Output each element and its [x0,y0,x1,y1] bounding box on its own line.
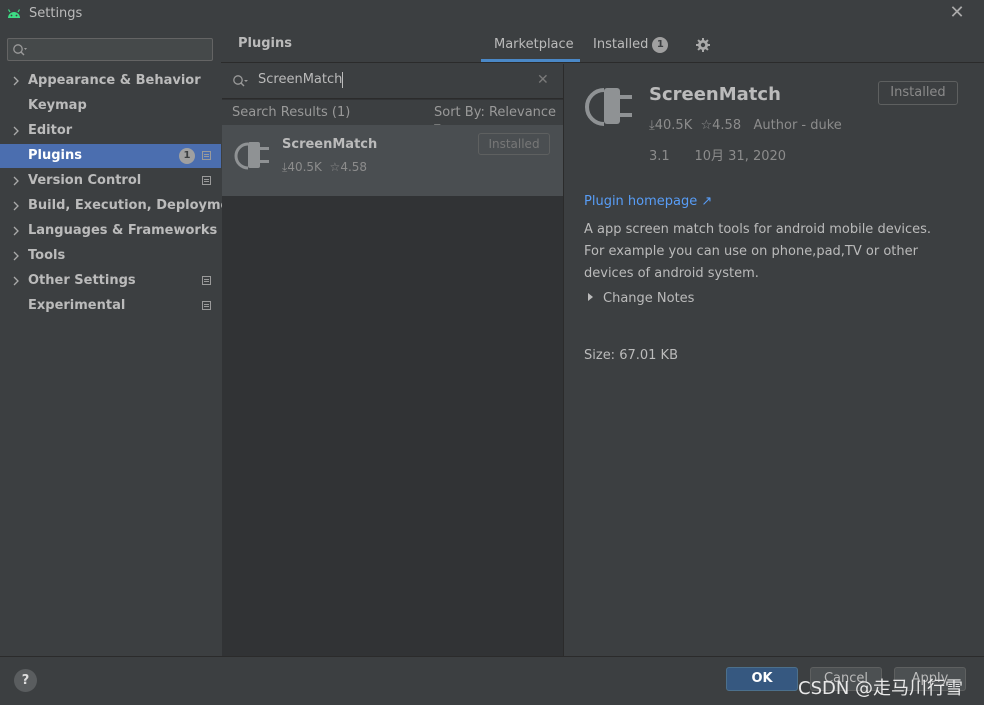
plugin-stats: ⤓40.5K ☆4.58 Author - duke [649,118,842,133]
sidebar-item-label: Build, Execution, Deployment [28,198,245,213]
plugin-size: Size: 67.01 KB [584,348,678,363]
gear-icon[interactable] [695,37,711,53]
rating: 4.58 [712,118,742,133]
results-count: Search Results (1) [232,105,351,120]
chevron-right-icon [13,201,19,211]
tab-installed-label: Installed [593,37,649,52]
project-settings-icon [202,176,211,185]
expand-triangle-icon [588,293,593,301]
sidebar-item-label: Version Control [28,173,142,188]
chevron-right-icon [13,76,19,86]
help-button[interactable]: ? [14,669,37,692]
plugin-detail-panel: ScreenMatch Installed ⤓40.5K ☆4.58 Autho… [564,64,984,656]
search-icon [233,75,248,87]
settings-search-input[interactable] [7,38,213,61]
watermark: CSDN @走马川行雪 [798,678,964,699]
clear-search-icon[interactable]: ✕ [537,72,549,88]
author: Author - duke [753,118,842,133]
sidebar-item-plugins[interactable]: Plugins 1 [0,144,221,168]
plugin-list-panel: ScreenMatch ✕ Search Results (1) Sort By… [222,64,563,656]
tab-marketplace[interactable]: Marketplace [494,37,574,52]
tab-installed[interactable]: Installed 1 [593,37,669,53]
change-notes-toggle[interactable]: Change Notes [588,291,694,306]
sidebar-item-tools[interactable]: Tools [0,244,221,268]
installed-status-button: Installed [478,133,550,155]
plugin-search-input[interactable]: ScreenMatch ✕ [222,64,563,99]
page-title: Plugins [238,36,292,51]
chevron-right-icon [13,276,19,286]
version: 3.1 [649,149,670,164]
sidebar-item-label: Other Settings [28,273,136,288]
sidebar-item-build-execution-deployment[interactable]: Build, Execution, Deployment [0,194,245,218]
chevron-right-icon [13,126,19,136]
homepage-label: Plugin homepage [584,194,698,209]
plugin-list-item[interactable]: ScreenMatch ⤓40.5K ☆4.58 Installed [222,125,563,196]
sidebar-item-experimental[interactable]: Experimental [0,294,221,318]
results-bar: Search Results (1) Sort By: Relevance ▾ [222,100,563,135]
change-notes-label: Change Notes [603,291,695,306]
sidebar-item-keymap[interactable]: Keymap [0,94,221,118]
search-icon [13,44,27,56]
plugin-title: ScreenMatch [649,84,781,105]
version-info: 3.1 10月 31, 2020 [649,145,786,164]
chevron-right-icon [13,176,19,186]
star-icon: ☆ [329,160,341,174]
sidebar-item-label: Tools [28,248,66,263]
sidebar-item-editor[interactable]: Editor [0,119,221,143]
sidebar-item-languages-frameworks[interactable]: Languages & Frameworks [0,219,221,243]
external-link-icon: ↗ [701,194,713,209]
android-icon [7,9,21,18]
plugin-description: A app screen match tools for android mob… [584,222,932,281]
plugin-icon [234,142,269,170]
search-query: ScreenMatch [258,72,344,88]
title-bar: Settings ✕ [0,0,984,28]
sidebar-item-label: Keymap [28,98,87,113]
close-icon[interactable]: ✕ [946,3,968,25]
download-count: 40.5K [654,118,693,133]
download-count: 40.5K [287,160,322,174]
plugin-name: ScreenMatch [282,137,378,152]
chevron-right-icon [13,226,19,236]
project-settings-icon [202,301,211,310]
sidebar-item-appearance-behavior[interactable]: Appearance & Behavior [0,69,221,93]
sidebar-item-label: Experimental [28,298,126,313]
sidebar-item-label: Languages & Frameworks [28,223,218,238]
installed-button[interactable]: Installed [878,81,958,105]
window-title: Settings [29,6,83,21]
project-settings-icon [202,276,211,285]
sidebar-item-label: Appearance & Behavior [28,73,201,88]
project-settings-icon [202,151,211,160]
sidebar-item-version-control[interactable]: Version Control [0,169,221,193]
sort-label: Sort By: Relevance [434,105,557,120]
chevron-right-icon [13,251,19,261]
ok-button[interactable]: OK [726,667,798,691]
plugin-icon [585,88,632,126]
plugin-homepage-link[interactable]: Plugin homepage ↗ [584,194,712,209]
sidebar-item-other-settings[interactable]: Other Settings [0,269,221,293]
release-date: 10月 31, 2020 [694,149,787,164]
settings-sidebar: Appearance & Behavior Keymap Editor Plug… [0,28,245,656]
sidebar-item-label: Plugins [28,148,82,163]
active-tab-indicator [481,59,580,62]
plugin-stats: ⤓40.5K ☆4.58 [282,160,367,175]
sidebar-item-label: Editor [28,123,73,138]
installed-count-badge: 1 [652,37,669,53]
update-count-badge: 1 [179,148,195,164]
rating: 4.58 [340,160,368,174]
plugins-header: Plugins Marketplace Installed 1 [221,28,984,63]
star-icon: ☆ [700,118,713,133]
dialog-footer: ? OK Cancel Apply CSDN @走马川行雪 [0,656,984,705]
